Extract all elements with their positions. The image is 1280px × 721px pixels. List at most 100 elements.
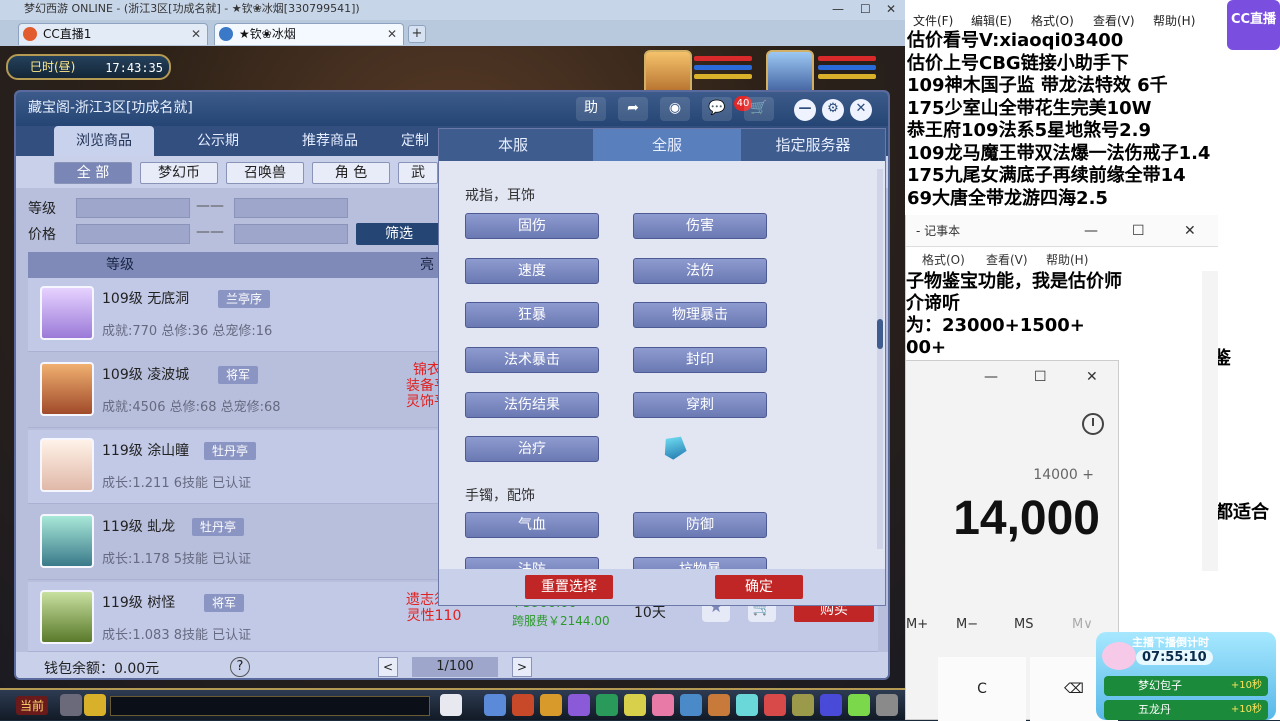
attr-physical-crit-button[interactable]: 物理暴击 xyxy=(633,302,767,328)
tab-public[interactable]: 公示期 xyxy=(168,126,268,156)
memory-subtract-button[interactable]: M− xyxy=(956,617,978,632)
notepad2-text-area[interactable]: 子物鉴宝功能，我是估价师 介谛听 为：23000+1500+ 00+ xyxy=(906,271,1218,359)
scrollbar-thumb[interactable] xyxy=(877,319,883,349)
attr-heal-button[interactable]: 治疗 xyxy=(465,436,599,462)
menu-help[interactable]: 帮助(H) xyxy=(1046,251,1088,268)
maximize-icon[interactable]: ☐ xyxy=(1034,369,1047,385)
help-button[interactable]: 助 xyxy=(576,97,606,121)
tab-close-icon[interactable]: ✕ xyxy=(191,24,201,44)
prev-page-button[interactable]: < xyxy=(378,657,398,677)
memory-list-button[interactable]: M∨ xyxy=(1072,617,1093,632)
record-icon[interactable]: ◉ xyxy=(660,97,690,121)
new-tab-button[interactable]: + xyxy=(408,25,426,43)
attr-magic-crit-button[interactable]: 法术暴击 xyxy=(465,347,599,373)
tab-browse[interactable]: 浏览商品 xyxy=(54,126,154,156)
minimize-dialog-icon[interactable]: — xyxy=(794,99,816,121)
browser-tab-game[interactable]: ★钦❀冰烟 ✕ xyxy=(214,23,404,45)
category-role[interactable]: 角 色 xyxy=(312,162,390,184)
column-bright[interactable]: 亮 xyxy=(420,252,434,278)
friend-icon[interactable] xyxy=(652,694,674,716)
mail-icon[interactable] xyxy=(736,694,758,716)
menu-format[interactable]: 格式(O) xyxy=(922,251,965,268)
cart-icon[interactable]: 🛒 xyxy=(744,97,774,121)
close-dialog-icon[interactable]: ✕ xyxy=(850,99,872,121)
settings-icon[interactable]: ⚙ xyxy=(822,99,844,121)
menu-edit[interactable]: 编辑(E) xyxy=(971,12,1012,29)
attr-speed-button[interactable]: 速度 xyxy=(465,258,599,284)
maximize-icon[interactable]: ☐ xyxy=(860,0,871,18)
attr-frenzy-button[interactable]: 狂暴 xyxy=(465,302,599,328)
tab-all-servers[interactable]: 全服 xyxy=(593,129,741,161)
browser-tab-label: ★钦❀冰烟 xyxy=(239,27,296,41)
history-icon[interactable] xyxy=(1082,413,1104,435)
notepad-text-area[interactable]: 估价看号V:xiaoqi03400 估价上号CBG链接小助手下 109神木国子监… xyxy=(907,30,1277,210)
skill-icon[interactable] xyxy=(568,694,590,716)
attr-defense-button[interactable]: 防御 xyxy=(633,512,767,538)
memory-store-button[interactable]: MS xyxy=(1014,617,1033,632)
attr-seal-button[interactable]: 封印 xyxy=(633,347,767,373)
level-max-input[interactable] xyxy=(234,198,348,218)
attack-icon[interactable] xyxy=(484,694,506,716)
clear-button[interactable]: C xyxy=(938,657,1026,721)
close-icon[interactable]: ✕ xyxy=(886,0,896,18)
category-pet[interactable]: 召唤兽 xyxy=(226,162,304,184)
menu-view[interactable]: 查看(V) xyxy=(986,251,1028,268)
maximize-icon[interactable]: ☐ xyxy=(1132,215,1145,247)
price-max-input[interactable] xyxy=(234,224,348,244)
tab-close-icon[interactable]: ✕ xyxy=(387,24,397,44)
attr-hp-button[interactable]: 气血 xyxy=(465,512,599,538)
attr-fixed-damage-button[interactable]: 固伤 xyxy=(465,213,599,239)
price-min-input[interactable] xyxy=(76,224,190,244)
quest-icon[interactable] xyxy=(624,694,646,716)
filter-button[interactable]: 筛选 xyxy=(356,223,442,245)
chat-input[interactable] xyxy=(110,696,430,716)
message-icon[interactable]: 💬 xyxy=(702,97,732,121)
memory-add-button[interactable]: M+ xyxy=(906,617,928,632)
menu-format[interactable]: 格式(O) xyxy=(1031,12,1074,29)
shop-icon[interactable] xyxy=(708,694,730,716)
gift-icon[interactable] xyxy=(540,694,562,716)
browser-tab-cc[interactable]: CC直播1 ✕ xyxy=(18,23,208,45)
settings-menu-icon[interactable] xyxy=(876,694,898,716)
reset-selection-button[interactable]: 重置选择 xyxy=(525,575,613,599)
close-icon[interactable]: ✕ xyxy=(1184,215,1196,247)
team-icon[interactable] xyxy=(596,694,618,716)
bag-icon[interactable] xyxy=(512,694,534,716)
text-line: 00+ xyxy=(906,337,947,358)
notepad2-scrollbar[interactable] xyxy=(1202,271,1218,571)
close-icon[interactable]: ✕ xyxy=(1086,369,1098,385)
guild-icon[interactable] xyxy=(680,694,702,716)
category-currency[interactable]: 梦幻币 xyxy=(140,162,218,184)
attr-damage-button[interactable]: 伤害 xyxy=(633,213,767,239)
gem-cursor-icon xyxy=(659,431,692,464)
minimize-icon[interactable]: — xyxy=(832,0,844,18)
share-icon[interactable]: ➦ xyxy=(618,97,648,121)
help-icon[interactable]: ? xyxy=(230,657,250,677)
attr-pierce-button[interactable]: 穿刺 xyxy=(633,392,767,418)
chat-channel-current[interactable]: 当前 xyxy=(16,696,49,715)
column-level[interactable]: 等级 xyxy=(106,252,134,278)
menu-view[interactable]: 查看(V) xyxy=(1093,12,1135,29)
attr-magic-damage-button[interactable]: 法伤 xyxy=(633,258,767,284)
category-all[interactable]: 全 部 xyxy=(54,162,132,184)
emoji-icon[interactable] xyxy=(84,694,106,716)
ranking-icon[interactable] xyxy=(792,694,814,716)
tab-recommend[interactable]: 推荐商品 xyxy=(280,126,380,156)
minimize-icon[interactable]: — xyxy=(984,369,998,385)
next-page-button[interactable]: > xyxy=(512,657,532,677)
event-icon[interactable] xyxy=(764,694,786,716)
level-min-input[interactable] xyxy=(76,198,190,218)
category-weapon[interactable]: 武 xyxy=(398,162,438,184)
attr-magic-result-button[interactable]: 法伤结果 xyxy=(465,392,599,418)
confirm-button[interactable]: 确定 xyxy=(715,575,803,599)
tab-this-server[interactable]: 本服 xyxy=(439,129,587,161)
minimize-icon[interactable]: — xyxy=(1084,215,1098,247)
menu-help[interactable]: 帮助(H) xyxy=(1153,12,1195,29)
pet-shortcut-icon[interactable] xyxy=(440,694,462,716)
menu-file[interactable]: 文件(F) xyxy=(913,12,953,29)
popup-scrollbar[interactable] xyxy=(877,169,883,549)
microphone-icon[interactable] xyxy=(60,694,82,716)
tab-specific-server[interactable]: 指定服务器 xyxy=(739,129,885,161)
system-icon[interactable] xyxy=(820,694,842,716)
map-icon[interactable] xyxy=(848,694,870,716)
